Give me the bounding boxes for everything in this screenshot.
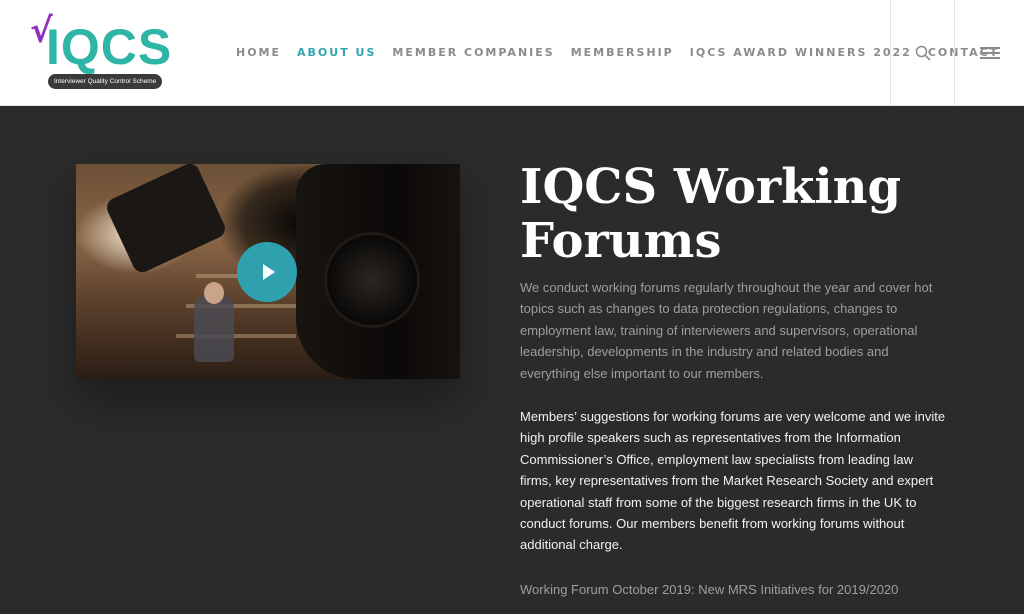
members-paragraph: Members’ suggestions for working forums … bbox=[520, 409, 946, 553]
nav-about-us[interactable]: ABOUT US bbox=[297, 46, 376, 59]
hamburger-menu-icon bbox=[979, 47, 1000, 59]
forum-entry: Working Forum October 2019: New MRS Init… bbox=[520, 582, 899, 597]
site-header: √ IQCS Interviewer Quality Control Schem… bbox=[0, 0, 1024, 106]
page-title: IQCS Working Forums bbox=[520, 159, 902, 269]
logo-tagline: Interviewer Quality Control Scheme bbox=[48, 74, 163, 89]
video-thumbnail[interactable] bbox=[76, 164, 460, 379]
nav-member-companies[interactable]: MEMBER COMPANIES bbox=[392, 46, 554, 59]
play-button[interactable] bbox=[237, 242, 297, 302]
search-icon bbox=[915, 45, 930, 61]
nav-home[interactable]: HOME bbox=[236, 46, 281, 59]
search-button[interactable] bbox=[890, 0, 954, 106]
logo-wordmark: IQCS bbox=[46, 19, 173, 75]
play-icon bbox=[262, 264, 275, 280]
menu-button[interactable] bbox=[954, 0, 1024, 106]
intro-paragraph: We conduct working forums regularly thro… bbox=[520, 280, 933, 381]
nav-award-winners[interactable]: IQCS AWARD WINNERS 2022 bbox=[690, 46, 912, 59]
nav-membership[interactable]: MEMBERSHIP bbox=[571, 46, 674, 59]
iqcs-logo[interactable]: √ IQCS Interviewer Quality Control Schem… bbox=[26, 14, 176, 94]
